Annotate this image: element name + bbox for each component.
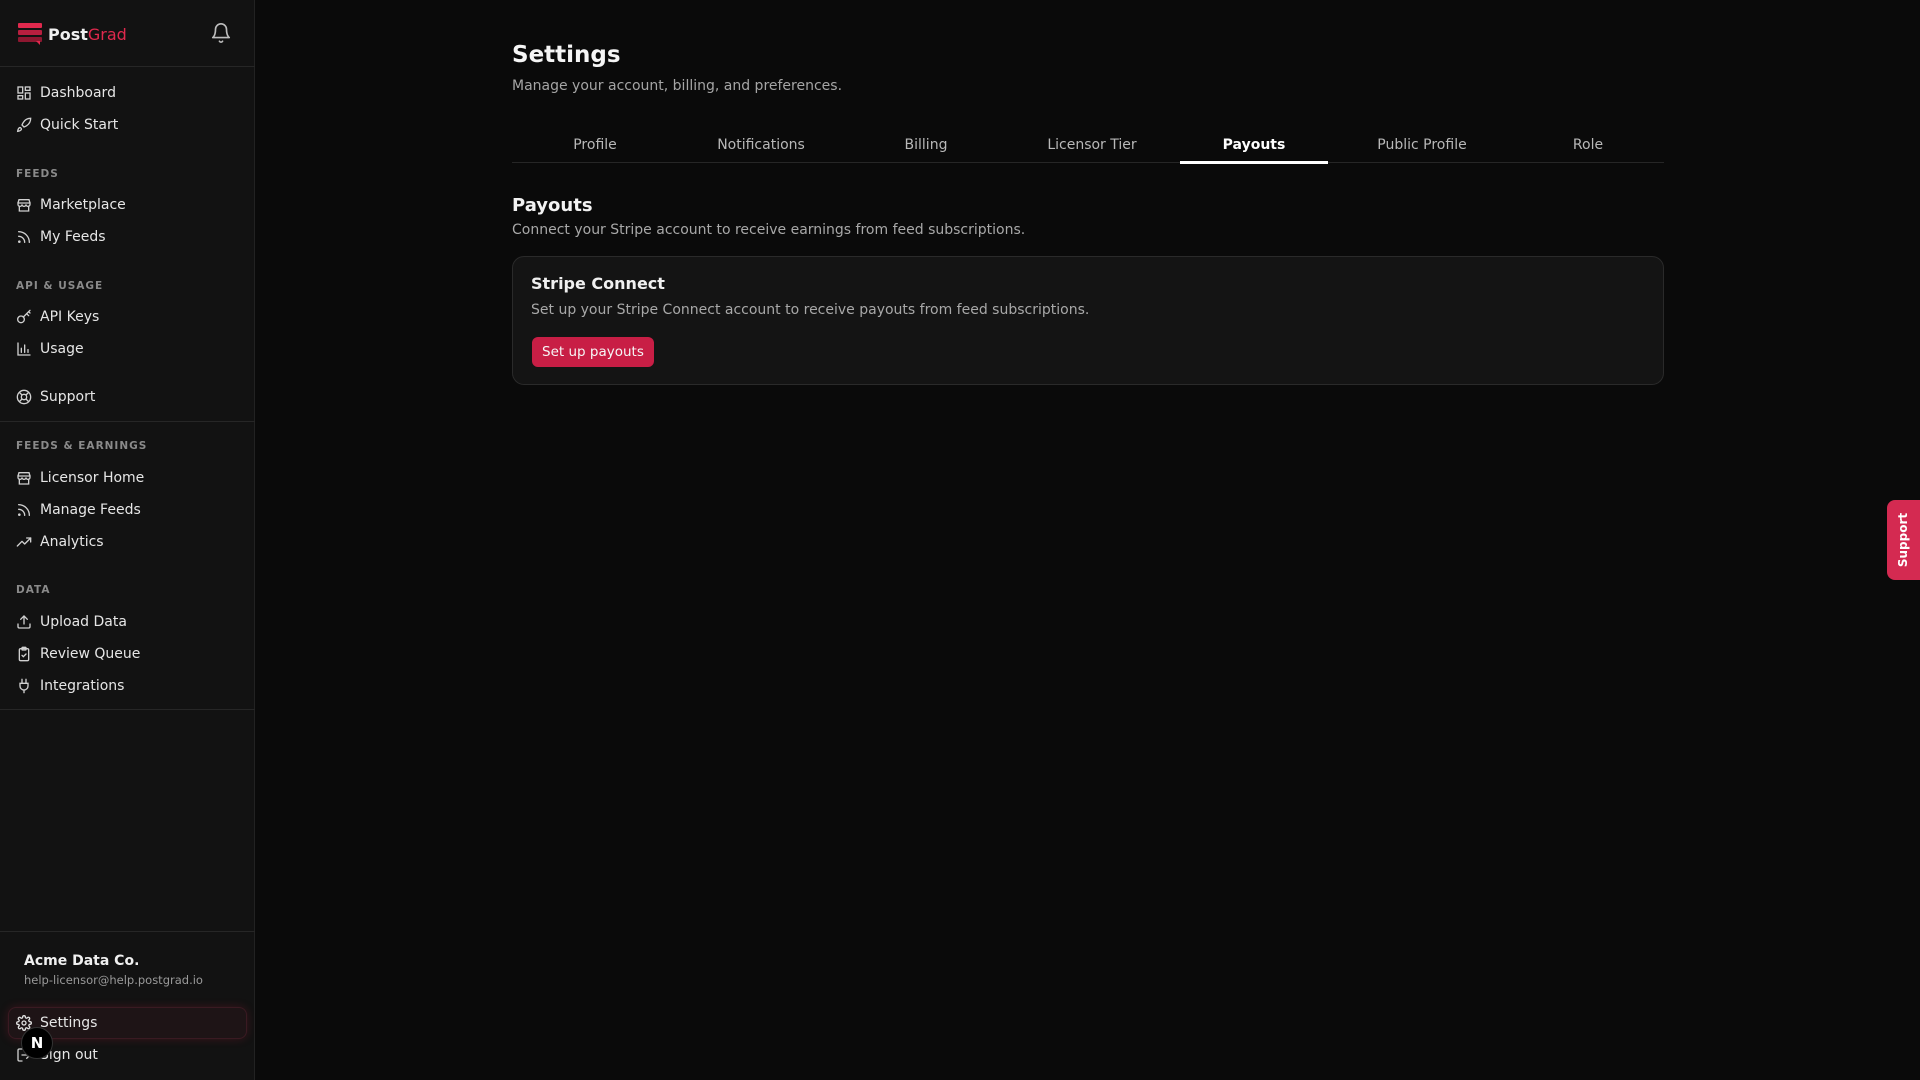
sidebar-section-api-usage: API & USAGE [16,280,104,292]
rss-icon [18,504,30,516]
page-subtitle: Manage your account, billing, and prefer… [512,78,843,94]
support-floating-tab[interactable]: Support [1887,500,1920,580]
lifebuoy-icon [16,389,32,405]
sidebar-item-dashboard[interactable]: Dashboard [16,81,246,105]
sidebar-item-usage[interactable]: Usage [16,337,246,361]
section-subtitle: Connect your Stripe account to receive e… [512,222,1026,238]
sidebar-item-review-queue[interactable]: Review Queue [16,642,246,666]
brand-name: PostGrad [48,24,127,44]
section-title: Payouts [512,195,593,216]
sidebar-divider [0,421,255,422]
rocket-icon [16,117,32,133]
card-subtitle: Set up your Stripe Connect account to re… [531,302,1090,318]
card-title: Stripe Connect [531,274,665,293]
sidebar-item-label: Integrations [40,678,125,694]
sidebar-item-integrations[interactable]: Integrations [16,674,246,698]
sidebar-item-upload-data[interactable]: Upload Data [16,610,246,634]
store-icon [17,199,31,212]
clipboard-check-icon [18,646,30,662]
store-icon [17,472,31,485]
rss-icon [18,231,30,243]
tab-licensor-tier[interactable]: Licensor Tier [1018,132,1166,162]
sidebar-item-label: API Keys [40,309,100,325]
trending-up-icon [16,537,32,547]
user-email: help-licensor@help.postgrad.io [24,973,203,987]
sidebar-item-api-keys[interactable]: API Keys [16,305,246,329]
tab-profile[interactable]: Profile [521,132,669,162]
bar-chart-icon [17,342,31,356]
tab-public-profile[interactable]: Public Profile [1348,132,1496,162]
plug-icon [19,678,29,694]
sidebar: PostGrad Dashboard Quick Start FEEDS Mar… [0,0,255,1080]
sidebar-item-label: Dashboard [40,85,116,101]
sidebar-item-support[interactable]: Support [16,385,246,409]
sidebar-item-licensor-home[interactable]: Licensor Home [16,466,246,490]
sidebar-item-label: Manage Feeds [40,502,141,518]
tab-payouts[interactable]: Payouts [1180,132,1328,164]
tab-billing[interactable]: Billing [852,132,1000,162]
settings-tabs: Profile Notifications Billing Licensor T… [512,132,1664,164]
sidebar-item-label: Upload Data [40,614,127,630]
sidebar-section-feeds-earnings: FEEDS & EARNINGS [16,440,148,452]
notifications-bell-icon[interactable] [210,22,232,44]
page-title: Settings [512,42,621,68]
dashboard-icon [17,86,31,100]
logo-icon [18,23,42,45]
sidebar-item-label: Quick Start [40,117,119,133]
sidebar-item-label: Settings [40,1015,98,1031]
sidebar-item-marketplace[interactable]: Marketplace [16,193,246,217]
sidebar-item-label: Support [40,389,96,405]
setup-payouts-button[interactable]: Set up payouts [532,337,654,367]
sidebar-item-analytics[interactable]: Analytics [16,530,246,554]
sidebar-item-label: Usage [40,341,84,357]
tab-notifications[interactable]: Notifications [687,132,835,162]
sidebar-item-quick-start[interactable]: Quick Start [16,113,246,137]
upload-icon [17,615,31,629]
sidebar-divider [0,66,255,67]
avatar[interactable]: N [21,1027,53,1059]
sidebar-item-label: Licensor Home [40,470,145,486]
support-tab-label: Support [1896,512,1911,568]
sidebar-section-data: DATA [16,584,51,596]
sidebar-section-feeds: FEEDS [16,168,59,180]
sidebar-item-label: Review Queue [40,646,141,662]
sidebar-item-label: Analytics [40,534,104,550]
tab-role[interactable]: Role [1514,132,1662,162]
sidebar-item-my-feeds[interactable]: My Feeds [16,225,246,249]
sidebar-divider [0,709,255,710]
sidebar-item-manage-feeds[interactable]: Manage Feeds [16,498,246,522]
key-icon [17,309,31,324]
sidebar-item-label: My Feeds [40,229,106,245]
sidebar-item-settings[interactable]: Settings [16,1011,246,1035]
sidebar-item-label: Marketplace [40,197,126,213]
stripe-connect-card: Stripe Connect Set up your Stripe Connec… [512,256,1664,385]
brand-logo[interactable]: PostGrad [18,22,127,46]
sidebar-divider [0,931,255,932]
user-name: Acme Data Co. [24,953,140,969]
